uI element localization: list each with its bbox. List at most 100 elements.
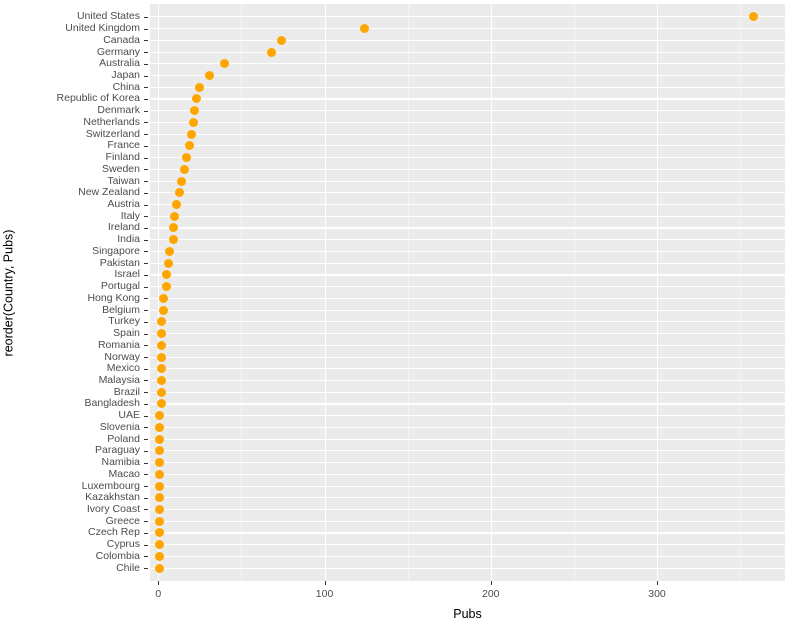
y-axis-tick-mark	[144, 239, 148, 241]
data-point[interactable]	[165, 246, 175, 256]
gridline-major-horizontal	[150, 227, 785, 229]
y-axis-tick-label: Turkey	[108, 315, 140, 328]
y-axis-tick-label: New Zealand	[78, 186, 140, 199]
data-point[interactable]	[157, 352, 167, 362]
y-axis-tick-mark	[144, 274, 148, 276]
data-point[interactable]	[220, 59, 230, 69]
data-point[interactable]	[155, 481, 165, 491]
data-point[interactable]	[157, 340, 167, 350]
y-axis-tick-label: Israel	[114, 268, 140, 281]
data-point[interactable]	[266, 47, 276, 57]
gridline-major-horizontal	[150, 520, 785, 522]
y-axis-tick-label: Hong Kong	[87, 291, 140, 304]
y-axis-tick-label: United Kingdom	[65, 22, 140, 35]
gridline-major-vertical	[657, 4, 659, 581]
gridline-minor-vertical	[407, 4, 409, 581]
y-axis-tick-label: Finland	[105, 151, 140, 164]
data-point[interactable]	[162, 270, 172, 280]
data-point[interactable]	[155, 411, 165, 421]
data-point[interactable]	[158, 305, 168, 315]
data-point[interactable]	[168, 223, 178, 233]
data-point[interactable]	[158, 293, 168, 303]
gridline-major-horizontal	[150, 415, 785, 417]
gridline-major-horizontal	[150, 121, 785, 124]
data-point[interactable]	[155, 493, 165, 503]
data-point[interactable]	[157, 387, 167, 397]
data-point[interactable]	[157, 364, 167, 374]
data-point[interactable]	[188, 117, 198, 127]
data-point[interactable]	[155, 504, 165, 514]
gridline-minor-vertical	[573, 4, 575, 581]
y-axis-tick-label: Kazakhstan	[85, 491, 140, 504]
data-point[interactable]	[180, 164, 190, 174]
x-axis-tick-mark	[158, 581, 160, 585]
y-axis-tick-label: Ivory Coast	[86, 502, 140, 515]
data-point[interactable]	[163, 258, 173, 268]
gridline-major-horizontal	[150, 180, 785, 182]
y-axis-tick-mark	[144, 52, 148, 54]
data-point[interactable]	[192, 94, 202, 104]
data-point[interactable]	[195, 82, 205, 92]
data-point[interactable]	[748, 12, 758, 22]
data-point[interactable]	[155, 516, 165, 526]
data-point[interactable]	[276, 35, 286, 45]
data-point[interactable]	[155, 469, 165, 479]
gridline-major-horizontal	[150, 403, 785, 405]
y-axis-tick-mark	[144, 509, 148, 511]
y-axis-tick-mark	[144, 63, 148, 65]
data-point[interactable]	[170, 211, 180, 221]
gridline-major-horizontal	[150, 379, 785, 382]
y-axis-tick-label: Czech Rep	[88, 526, 140, 539]
data-point[interactable]	[155, 446, 165, 456]
y-axis-tick-label: Norway	[104, 350, 140, 363]
data-point[interactable]	[175, 188, 185, 198]
data-point[interactable]	[155, 528, 165, 538]
y-axis-tick-label: Bangladesh	[84, 397, 140, 410]
y-axis-tick-mark	[144, 486, 148, 487]
data-point[interactable]	[182, 153, 192, 163]
gridline-major-horizontal	[150, 508, 785, 511]
y-axis-tick-mark	[144, 568, 148, 570]
data-point[interactable]	[168, 235, 178, 245]
y-axis-tick-label: Poland	[107, 432, 140, 445]
data-point[interactable]	[155, 551, 165, 561]
data-point[interactable]	[359, 24, 369, 34]
gridline-major-horizontal	[150, 262, 785, 264]
data-point[interactable]	[155, 540, 165, 550]
data-point[interactable]	[157, 329, 167, 339]
gridline-major-horizontal	[150, 250, 785, 253]
y-axis-tick-mark	[144, 521, 148, 523]
data-point[interactable]	[155, 422, 165, 432]
data-point[interactable]	[155, 563, 165, 573]
y-axis-tick-mark	[144, 321, 148, 323]
data-point[interactable]	[157, 317, 167, 327]
gridline-major-horizontal	[150, 204, 785, 206]
y-axis-tick-label: Romania	[97, 338, 140, 351]
data-point[interactable]	[205, 71, 215, 81]
gridline-major-horizontal	[150, 168, 785, 170]
y-axis-tick-mark	[144, 474, 148, 476]
y-axis-tick-mark	[144, 462, 148, 464]
data-point[interactable]	[155, 458, 165, 468]
y-axis-tick-label: Slovenia	[99, 420, 140, 433]
y-axis-tick-label: Taiwan	[107, 174, 140, 187]
data-point[interactable]	[157, 375, 167, 385]
gridline-major-horizontal	[150, 438, 785, 440]
gridline-major-horizontal	[150, 28, 785, 30]
gridline-major-horizontal	[150, 133, 785, 135]
gridline-major-horizontal	[150, 391, 785, 393]
data-point[interactable]	[155, 434, 165, 444]
gridline-major-horizontal	[150, 297, 785, 299]
gridline-major-horizontal	[150, 333, 785, 335]
gridline-major-horizontal	[150, 473, 785, 475]
gridline-major-horizontal	[150, 157, 785, 159]
data-point[interactable]	[187, 129, 197, 139]
data-point[interactable]	[162, 282, 172, 292]
data-point[interactable]	[177, 176, 187, 186]
data-point[interactable]	[190, 106, 200, 116]
y-axis-tick-mark	[144, 40, 148, 42]
data-point[interactable]	[157, 399, 167, 409]
y-axis-tick-label: UAE	[118, 409, 140, 422]
data-point[interactable]	[185, 141, 195, 151]
data-point[interactable]	[172, 200, 182, 210]
